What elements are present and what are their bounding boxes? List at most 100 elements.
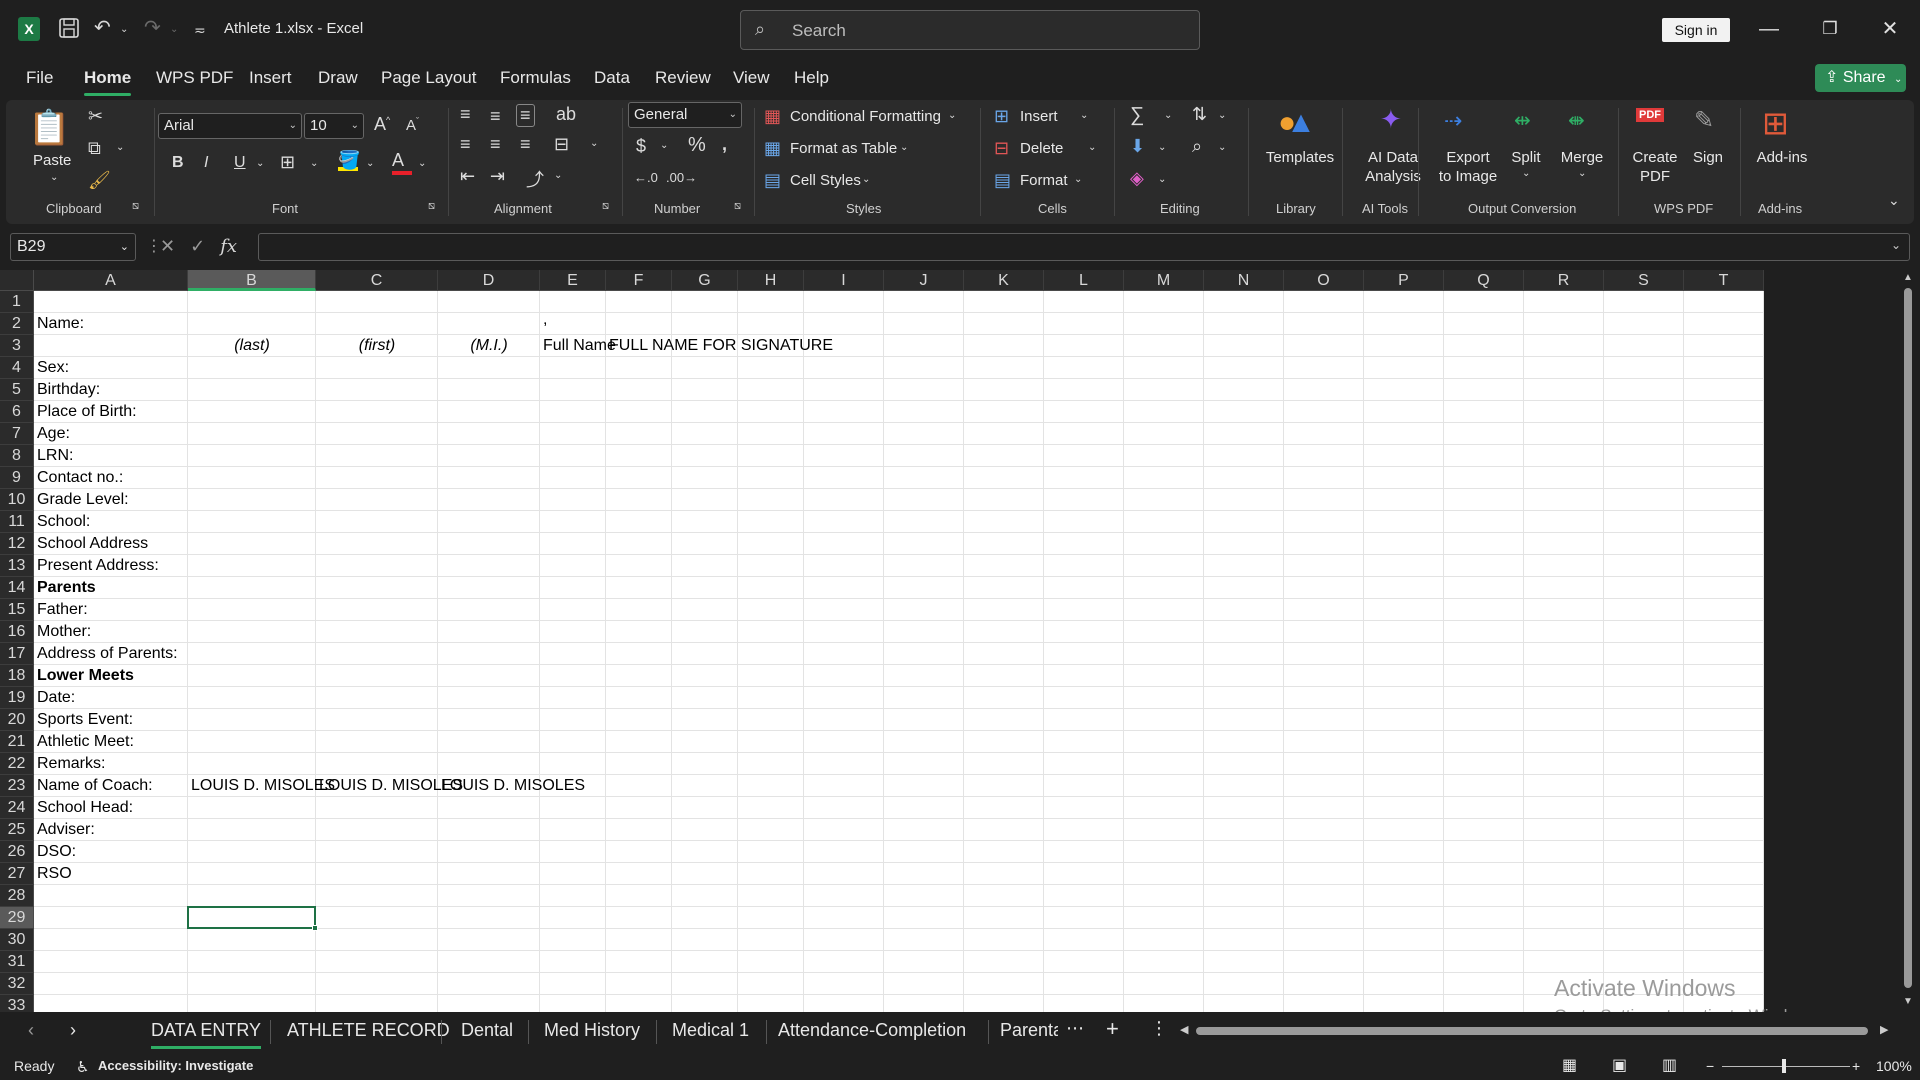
chevron-down-icon[interactable]: ⌄ [1088,142,1096,153]
sheet-tab-athlete-record[interactable]: ATHLETE RECORD [281,1020,456,1041]
cell-styles-icon[interactable]: ▤ [764,170,781,191]
zoom-in-icon[interactable]: + [1852,1058,1860,1074]
autosum-dropdown-icon[interactable]: ⌄ [1164,110,1172,121]
tab-help[interactable]: Help [794,68,829,88]
scroll-left-icon[interactable]: ◀ [1180,1023,1188,1036]
column-header-b[interactable]: B [188,270,316,291]
row-header-4[interactable]: 4 [0,357,34,379]
templates-icon[interactable]: ●▲ [1278,106,1316,140]
fill-icon[interactable]: ⬇ [1130,136,1145,157]
zoom-level[interactable]: 100% [1876,1058,1912,1074]
cut-icon[interactable]: ✂ [88,106,103,127]
currency-icon[interactable]: $ [636,136,646,157]
column-header-f[interactable]: F [606,270,672,291]
merge-dropdown-icon[interactable]: ⌄ [590,138,598,149]
format-cells-button[interactable]: Format [1020,172,1068,189]
cell-c3[interactable]: (first) [316,335,438,357]
row-header-2[interactable]: 2 [0,313,34,335]
align-middle-icon[interactable]: ≡ [490,106,501,127]
font-color-icon[interactable]: A [392,150,412,175]
cell-a2[interactable]: Name: [34,313,84,335]
row-header-10[interactable]: 10 [0,489,34,511]
column-header-q[interactable]: Q [1444,270,1524,291]
merge-dropdown-icon[interactable]: ⌄ [1578,168,1586,179]
row-header-33[interactable]: 33 [0,995,34,1012]
column-header-k[interactable]: K [964,270,1044,291]
more-sheets-icon[interactable]: ⋯ [1066,1018,1084,1039]
cell-a13[interactable]: Present Address: [34,555,159,577]
cell-a24[interactable]: School Head: [34,797,133,819]
row-header-28[interactable]: 28 [0,885,34,907]
align-left-icon[interactable]: ≡ [460,134,471,155]
sheet-tab-medical-1[interactable]: Medical 1 [666,1020,755,1041]
row-header-11[interactable]: 11 [0,511,34,533]
cell-a6[interactable]: Place of Birth: [34,401,137,423]
restore-icon[interactable]: ❐ [1815,14,1845,44]
row-header-18[interactable]: 18 [0,665,34,687]
cell-a21[interactable]: Athletic Meet: [34,731,134,753]
export-to-image-button[interactable]: Export to Image [1426,148,1510,186]
ai-data-analysis-icon[interactable]: ✦ [1380,104,1402,135]
orientation-dropdown-icon[interactable]: ⌄ [554,170,562,181]
split-icon[interactable]: ⇹ [1514,108,1531,133]
fill-dropdown-icon[interactable]: ⌄ [1158,142,1166,153]
add-ins-icon[interactable]: ⊞ [1762,104,1789,142]
row-header-13[interactable]: 13 [0,555,34,577]
tab-page-layout[interactable]: Page Layout [381,68,476,88]
row-header-19[interactable]: 19 [0,687,34,709]
row-header-9[interactable]: 9 [0,467,34,489]
row-header-12[interactable]: 12 [0,533,34,555]
align-top-icon[interactable]: ≡ [460,104,471,125]
collapse-ribbon-icon[interactable]: ⌄ [1888,192,1900,209]
next-sheet-icon[interactable]: › [70,1020,76,1041]
row-header-32[interactable]: 32 [0,973,34,995]
cell-a12[interactable]: School Address [34,533,148,555]
sheet-tab-data-entry[interactable]: DATA ENTRY [145,1020,267,1049]
name-box[interactable]: B29 ⌄ [10,233,136,261]
sign-button[interactable]: Sign [1686,148,1730,167]
row-header-22[interactable]: 22 [0,753,34,775]
cell-a25[interactable]: Adviser: [34,819,95,841]
column-header-l[interactable]: L [1044,270,1124,291]
conditional-formatting-button[interactable]: Conditional Formatting [790,108,941,125]
column-header-h[interactable]: H [738,270,804,291]
cell-b3[interactable]: (last) [188,335,316,357]
sort-filter-icon[interactable]: ⇅ [1192,104,1207,125]
decrease-indent-icon[interactable]: ⇤ [460,166,475,187]
cell-a18[interactable]: Lower Meets [34,665,134,687]
previous-sheet-icon[interactable]: ‹ [28,1020,34,1041]
sheet-options-icon[interactable]: ⋮ [1150,1018,1168,1039]
add-ins-button[interactable]: Add-ins [1746,148,1818,167]
row-header-23[interactable]: 23 [0,775,34,797]
tab-draw[interactable]: Draw [318,68,358,88]
font-size-select[interactable]: 10 ⌄ [304,113,364,139]
column-header-g[interactable]: G [672,270,738,291]
format-as-table-icon[interactable]: ▦ [764,138,781,159]
paste-dropdown-icon[interactable]: ⌄ [50,172,58,183]
merge-icon[interactable]: ⇼ [1568,108,1585,133]
templates-button[interactable]: Templates [1258,148,1342,167]
insert-cells-button[interactable]: Insert [1020,108,1058,125]
vertical-scroll-thumb[interactable] [1904,288,1912,988]
orientation-icon[interactable]: ⤴ [526,166,544,192]
clear-dropdown-icon[interactable]: ⌄ [1158,174,1166,185]
decrease-font-size-icon[interactable]: Aˇ [406,116,419,134]
redo-dropdown-icon[interactable]: ⌄ [170,18,178,42]
sort-filter-dropdown-icon[interactable]: ⌄ [1218,110,1226,121]
column-header-s[interactable]: S [1604,270,1684,291]
cell-a8[interactable]: LRN: [34,445,73,467]
row-header-20[interactable]: 20 [0,709,34,731]
underline-icon[interactable]: U [234,154,246,172]
row-header-27[interactable]: 27 [0,863,34,885]
row-header-29[interactable]: 29 [0,907,34,929]
add-sheet-icon[interactable]: + [1106,1016,1119,1042]
row-header-15[interactable]: 15 [0,599,34,621]
sheet-tab-parenta[interactable]: Parenta [994,1020,1058,1041]
split-button[interactable]: Split [1506,148,1546,167]
decrease-decimal-icon[interactable]: .00→ [666,170,697,185]
column-header-d[interactable]: D [438,270,540,291]
bold-icon[interactable]: B [172,154,184,172]
align-center-icon[interactable]: ≡ [490,134,501,155]
normal-view-icon[interactable]: ▦ [1562,1055,1577,1075]
row-header-21[interactable]: 21 [0,731,34,753]
